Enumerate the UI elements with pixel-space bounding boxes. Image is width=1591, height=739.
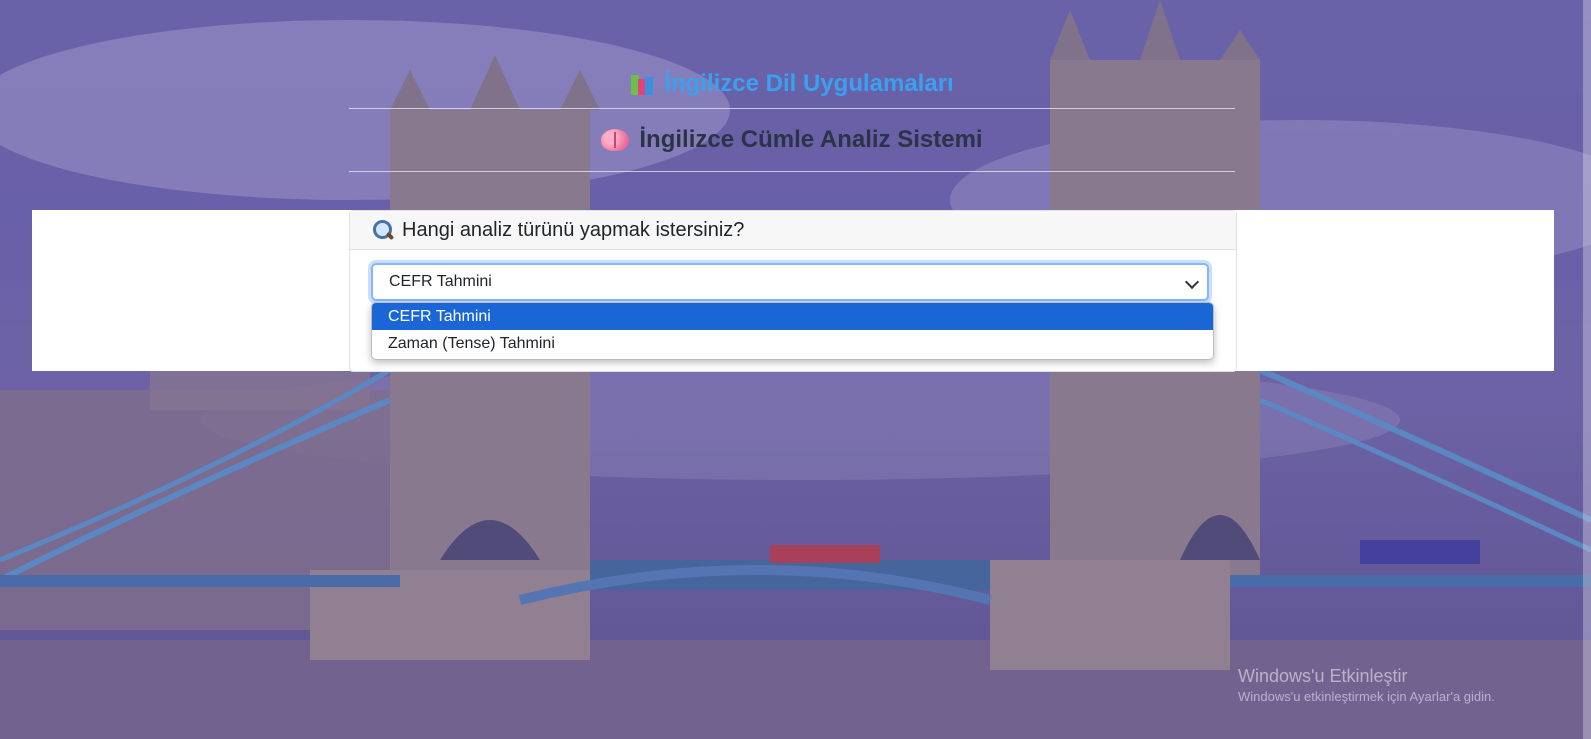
analysis-type-select[interactable]: CEFR Tahmini [371, 263, 1209, 301]
analysis-type-dropdown: CEFR Tahmini Zaman (Tense) Tahmini [371, 302, 1214, 360]
app-title-text: İngilizce Dil Uygulamaları [664, 70, 954, 97]
watermark-subtitle: Windows'u etkinleştirmek için Ayarlar'a … [1238, 689, 1495, 704]
header-container: İngilizce Dil Uygulamaları İngilizce Cüm… [349, 60, 1235, 172]
watermark-title: Windows'u Etkinleştir [1238, 666, 1408, 686]
option-tense[interactable]: Zaman (Tense) Tahmini [372, 330, 1213, 357]
page-title-text: İngilizce Cümle Analiz Sistemi [639, 126, 983, 153]
page-title: İngilizce Cümle Analiz Sistemi [349, 109, 1235, 172]
chevron-down-icon [1184, 274, 1200, 290]
card-header: Hangi analiz türünü yapmak istersiniz? [350, 211, 1236, 250]
windows-activation-watermark: Windows'u Etkinleştir Windows'u etkinleş… [1238, 665, 1495, 707]
app-title: İngilizce Dil Uygulamaları [349, 60, 1235, 109]
magnifying-glass-icon [372, 219, 395, 241]
card-question: Hangi analiz türünü yapmak istersiniz? [402, 218, 745, 241]
select-value: CEFR Tahmini [389, 273, 492, 290]
brain-icon [601, 129, 630, 151]
option-cefr[interactable]: CEFR Tahmini [372, 303, 1213, 330]
page-scrollbar[interactable] [1583, 0, 1591, 739]
books-icon [630, 72, 656, 96]
